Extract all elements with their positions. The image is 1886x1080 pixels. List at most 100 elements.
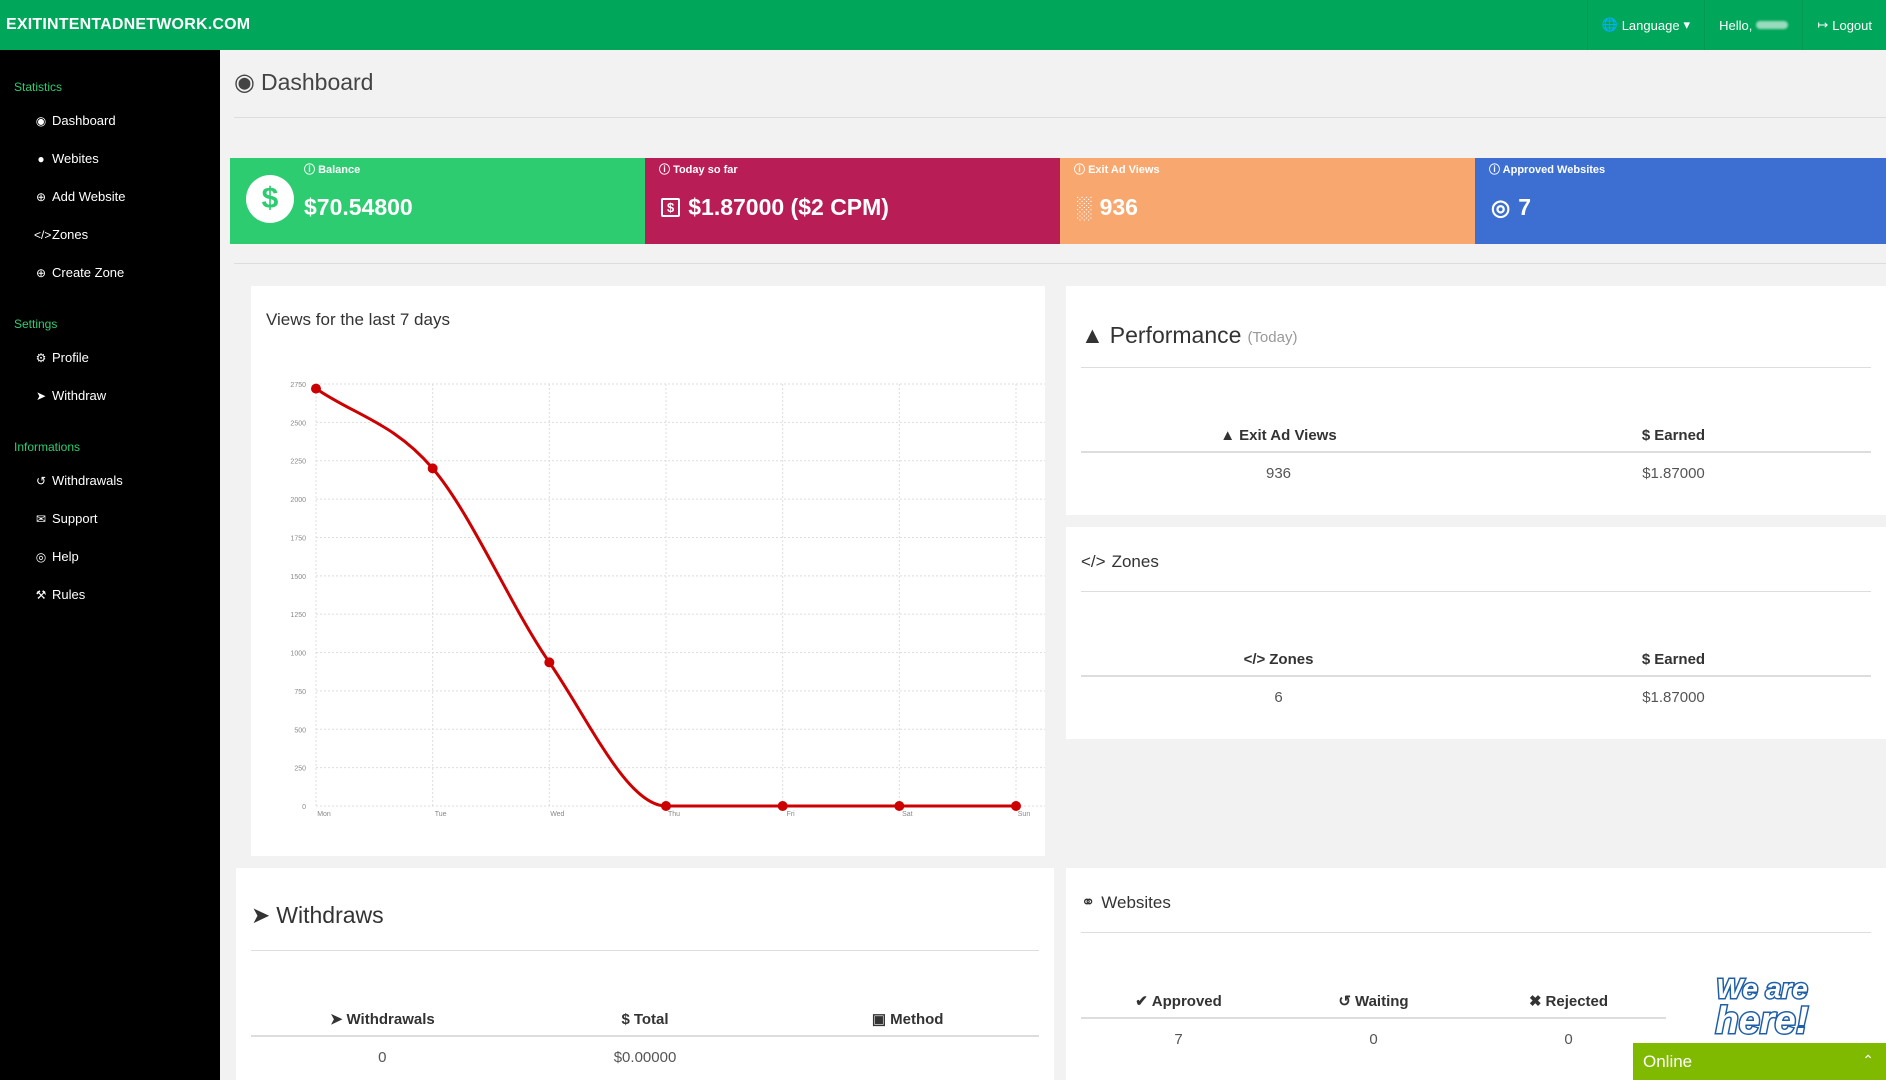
- table-row: 0 $0.00000: [251, 1037, 1039, 1077]
- sidebar-item-dashboard[interactable]: ◉ Dashboard: [34, 113, 116, 128]
- performance-title-text: Performance: [1109, 322, 1242, 348]
- websites-title-text: Websites: [1101, 893, 1171, 912]
- dollar-icon: $: [621, 1010, 630, 1028]
- sign-out-icon: ↦: [1817, 17, 1829, 32]
- sidebar-item-help[interactable]: ◎ Help: [34, 549, 79, 564]
- sidebar-item-zones[interactable]: </> Zones: [34, 227, 88, 242]
- column-header-total: $ Total: [621, 1010, 669, 1028]
- link-icon: ⚭: [1081, 893, 1096, 912]
- sidebar-item-label: Withdrawals: [52, 473, 123, 488]
- x-tick-label: Tue: [435, 811, 447, 818]
- sidebar-item-create-zone[interactable]: ⊕ Create Zone: [34, 265, 124, 280]
- column-header-rejected: ✖ Rejected: [1528, 992, 1609, 1011]
- chat-online-bar[interactable]: Online ⌃: [1633, 1043, 1886, 1080]
- sidebar-item-rules[interactable]: ⚒ Rules: [34, 587, 86, 602]
- sidebar-item-label: Withdraw: [52, 388, 107, 403]
- sidebar-item-add-website[interactable]: ⊕ Add Website: [34, 189, 126, 204]
- language-dropdown[interactable]: 🌐 Language ▾: [1586, 0, 1705, 50]
- stat-label: ⓘ Exit Ad Views: [1074, 164, 1160, 176]
- language-label: Language: [1621, 17, 1680, 33]
- table-header: ▲ Exit Ad Views $ Earned: [1081, 419, 1871, 453]
- data-point[interactable]: [1011, 801, 1021, 811]
- bar-chart-icon: ░: [1076, 194, 1092, 220]
- stat-value: ◎ 7: [1491, 194, 1531, 221]
- stat-label: ⓘ Approved Websites: [1489, 164, 1606, 176]
- chat-badge-we-are-here[interactable]: We are here!: [1690, 963, 1835, 1039]
- cell-earned: $1.87000: [1642, 688, 1705, 706]
- top-navbar: EXITINTENTADNETWORK.COM 🌐 Language ▾ Hel…: [0, 0, 1886, 50]
- history-icon: ↺: [35, 473, 47, 488]
- stat-label: ⓘ Balance: [304, 164, 361, 176]
- sidebar-item-label: Help: [52, 549, 79, 564]
- user-greeting[interactable]: Hello,: [1704, 0, 1802, 50]
- brand-logo[interactable]: EXITINTENTADNETWORK.COM: [6, 16, 250, 34]
- blurred-username: [1756, 21, 1789, 29]
- stat-value-text: 936: [1099, 194, 1138, 220]
- gavel-icon: ⚒: [35, 587, 47, 602]
- websites-table: ✔ Approved ↺ Waiting ✖ Rejected 7 0 0: [1081, 985, 1666, 1059]
- websites-divider: [1081, 932, 1871, 933]
- sidebar-item-label: Webites: [52, 151, 99, 166]
- data-point[interactable]: [311, 383, 321, 394]
- withdraws-card: ➤ Withdraws ➤ Withdrawals $ Total ▣ Method …: [236, 868, 1054, 1080]
- chevron-up-icon: ⌃: [1862, 1052, 1874, 1068]
- data-point[interactable]: [427, 463, 438, 474]
- data-point[interactable]: [894, 801, 905, 811]
- sidebar-item-label: Create Zone: [52, 265, 125, 280]
- x-tick-label: Mon: [317, 811, 331, 818]
- data-point[interactable]: [777, 801, 788, 811]
- envelope-icon: ✉: [35, 511, 47, 526]
- check-icon: ✔: [1135, 993, 1148, 1010]
- cell-zones: 6: [1274, 688, 1283, 706]
- withdraws-divider: [251, 950, 1039, 951]
- y-tick-label: 1250: [290, 612, 306, 619]
- withdraws-title: ➤ Withdraws: [251, 902, 384, 929]
- stat-value: $70.54800: [304, 194, 413, 220]
- performance-table: ▲ Exit Ad Views $ Earned 936 $1.87000: [1081, 419, 1871, 493]
- language-icon: 🌐: [1601, 17, 1618, 32]
- column-header-earned: $ Earned: [1641, 650, 1706, 668]
- chat-status: Online: [1643, 1051, 1693, 1071]
- performance-divider: [1081, 367, 1871, 368]
- sidebar-item-profile[interactable]: ⚙ Profile: [34, 350, 89, 365]
- x-tick-label: Sat: [902, 811, 913, 818]
- sidebar-item-withdraw[interactable]: ➤ Withdraw: [34, 388, 106, 403]
- sidebar-item-support[interactable]: ✉ Support: [34, 511, 98, 526]
- sidebar-item-label: Add Website: [52, 189, 126, 204]
- top-right-menu: 🌐 Language ▾ Hello, ↦ Logout: [1586, 0, 1886, 50]
- column-header-withdrawals: ➤ Withdrawals: [329, 1010, 435, 1029]
- sidebar-item-label: Support: [52, 511, 98, 526]
- sidebar-item-label: Rules: [52, 587, 86, 602]
- paper-plane-icon: ➤: [329, 1011, 343, 1028]
- data-point[interactable]: [544, 657, 555, 668]
- zones-title: </> Zones: [1081, 552, 1159, 572]
- dashboard-icon: ◉: [35, 113, 47, 128]
- plus-circle-icon: ⊕: [35, 189, 47, 204]
- chat-badge-line-2: here!: [1716, 1000, 1809, 1038]
- zones-divider: [1081, 591, 1871, 592]
- gear-icon: ⚙: [35, 350, 47, 365]
- sidebar-item-webites[interactable]: ● Webites: [34, 151, 99, 166]
- title-divider: [234, 117, 1886, 118]
- table-row: 936 $1.87000: [1081, 453, 1871, 493]
- performance-subtitle: (Today): [1247, 329, 1298, 346]
- stat-approved-websites: ⓘ Approved Websites ◎ 7: [1475, 158, 1886, 244]
- paper-plane-icon: ➤: [251, 902, 271, 928]
- y-tick-label: 2500: [290, 420, 306, 427]
- performance-title: ▲ Performance (Today): [1081, 322, 1297, 349]
- logout-link[interactable]: ↦ Logout: [1802, 0, 1886, 50]
- code-icon: </>: [34, 227, 52, 242]
- sidebar-section-informations: Informations: [14, 440, 81, 454]
- code-icon: </>: [1081, 552, 1106, 571]
- dollar-icon: $: [1641, 650, 1651, 668]
- sidebar-item-label: Dashboard: [52, 113, 116, 128]
- x-icon: ✖: [1528, 993, 1542, 1010]
- zones-table: </> Zones $ Earned 6 $1.87000: [1081, 643, 1871, 717]
- y-tick-label: 250: [294, 766, 306, 773]
- data-point[interactable]: [661, 801, 671, 811]
- sidebar-item-withdrawals[interactable]: ↺ Withdrawals: [34, 473, 123, 488]
- column-header-earned: $ Earned: [1641, 426, 1706, 444]
- y-tick-label: 1750: [290, 535, 306, 542]
- cell-approved: 7: [1174, 1030, 1183, 1048]
- column-header-approved: ✔ Approved: [1135, 992, 1222, 1011]
